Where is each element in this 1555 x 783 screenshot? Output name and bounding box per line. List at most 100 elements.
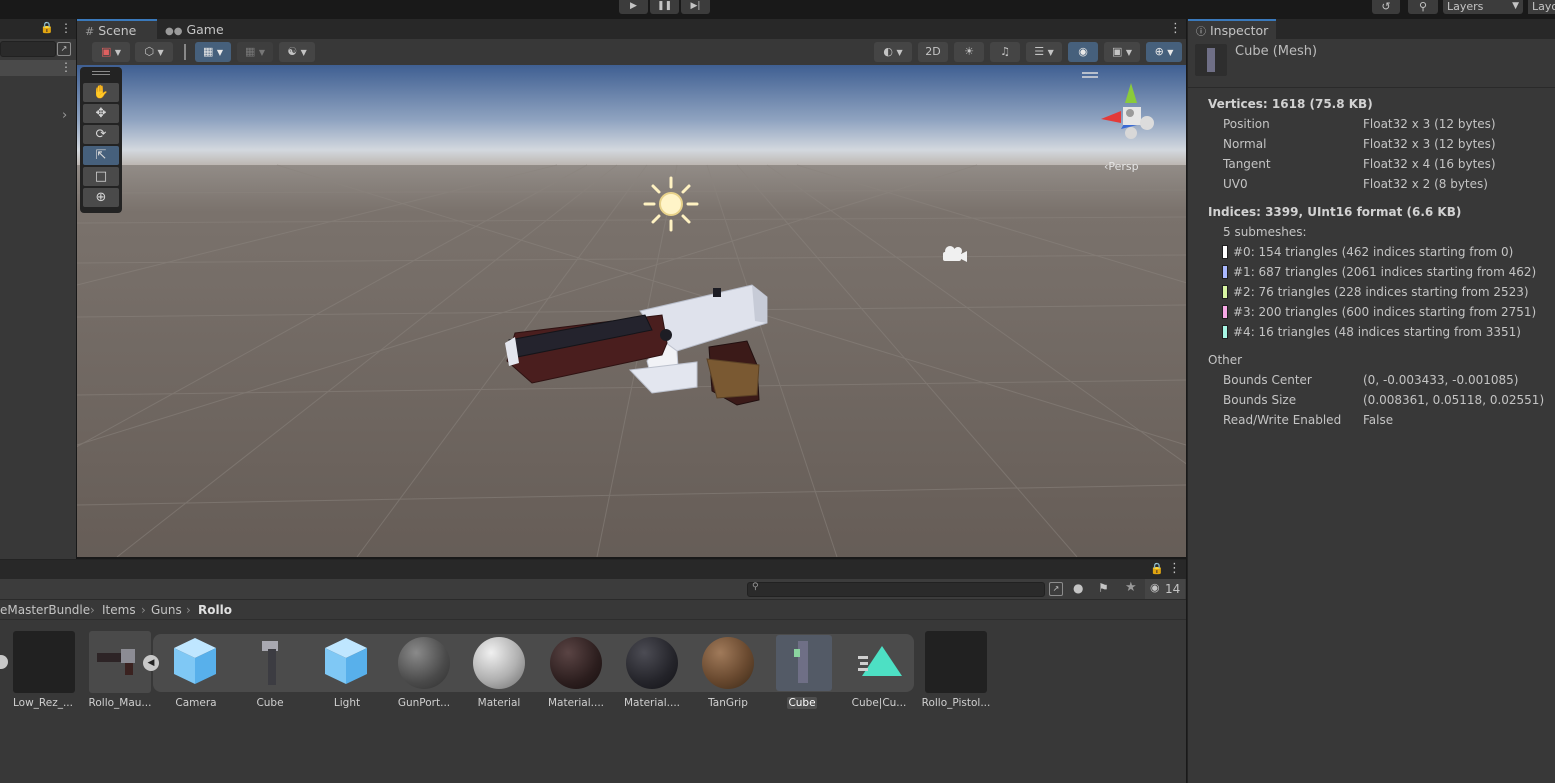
collapse-arrow-icon[interactable] <box>0 655 8 669</box>
lighting-toggle[interactable]: ☀ <box>954 42 984 62</box>
mesh-preview-icon <box>1195 44 1227 76</box>
mesh-thumbnail[interactable] <box>776 635 832 691</box>
scale-tool-icon[interactable]: ⇱ <box>83 146 119 165</box>
tab-inspector[interactable]: ⓘ Inspector <box>1188 19 1276 39</box>
asset-label[interactable]: Material <box>461 697 537 709</box>
breadcrumb-item[interactable]: eMasterBundle <box>0 603 90 617</box>
draw-mode-icon: ▣ <box>100 45 112 58</box>
asset-label[interactable]: Cube|Cu... <box>841 697 917 709</box>
asset-thumbnail[interactable] <box>13 631 75 693</box>
breadcrumb-item[interactable]: Guns <box>151 603 182 617</box>
increment-snap-toggle[interactable]: ▦ ▼ <box>237 42 273 62</box>
shading-dropdown[interactable]: ◐ ▼ <box>874 42 912 62</box>
kebab-menu-icon[interactable]: ⋮ <box>60 21 72 35</box>
rect-tool-icon[interactable]: □ <box>83 167 119 186</box>
material-sphere[interactable] <box>473 637 525 689</box>
play-icon: ▶ <box>630 1 637 11</box>
asset-label[interactable]: Cube <box>232 697 308 709</box>
hierarchy-tabbar: 🔒 ⋮ <box>0 19 76 39</box>
expand-left-icon[interactable]: ◀ <box>143 655 159 671</box>
filter-by-type-icon[interactable]: ● <box>1073 581 1083 595</box>
eye-slash-icon: ◉ <box>1078 45 1088 58</box>
asset-label[interactable]: Rollo_Pistol... <box>918 697 994 709</box>
history-button[interactable]: ↺ <box>1372 0 1400 14</box>
divider <box>1188 87 1555 88</box>
search-by-type-icon[interactable]: ↗ <box>57 42 71 56</box>
asset-label[interactable]: GunPort... <box>386 697 462 709</box>
layers-dropdown[interactable]: Layers ▼ <box>1443 0 1523 14</box>
asset-label[interactable]: Material.... <box>538 697 614 709</box>
inspector-tabbar: ⓘ Inspector <box>1188 19 1555 39</box>
pistol-mesh-thumbnail[interactable] <box>258 637 282 687</box>
scene-visibility-toggle[interactable]: ◉ <box>1068 42 1098 62</box>
submesh-item: #3: 200 triangles (600 indices starting … <box>1233 305 1537 319</box>
draw-mode-dropdown[interactable]: ▣ ▼ <box>92 42 130 62</box>
asset-label[interactable]: Camera <box>158 697 234 709</box>
material-sphere[interactable] <box>626 637 678 689</box>
material-sphere[interactable] <box>702 637 754 689</box>
tab-game[interactable]: ●● Game <box>157 19 227 39</box>
asset-label[interactable]: TanGrip <box>690 697 766 709</box>
scene-viewport[interactable]: ‹Persp <box>77 65 1186 557</box>
lock-icon[interactable]: 🔒 <box>40 21 54 34</box>
scene-header-row[interactable]: ⋮ <box>0 60 76 76</box>
breadcrumb-current[interactable]: Rollo <box>198 603 232 617</box>
step-button[interactable]: ▶| <box>681 0 710 14</box>
other-value: (0, -0.003433, -0.001085) <box>1363 373 1519 387</box>
asset-label[interactable]: Low_Rez_... <box>5 697 81 709</box>
material-sphere[interactable] <box>550 637 602 689</box>
search-by-type-icon[interactable]: ↗ <box>1049 582 1063 596</box>
ruler-snap-toggle[interactable]: ☯ ▼ <box>279 42 315 62</box>
lightbulb-icon: ☀ <box>964 45 974 58</box>
search-button[interactable]: ⚲ <box>1408 0 1438 14</box>
asset-label[interactable]: Material.... <box>614 697 690 709</box>
transform-tool-icon[interactable]: ⊕ <box>83 188 119 207</box>
effects-dropdown[interactable]: ☰ ▼ <box>1026 42 1062 62</box>
hand-tool-icon[interactable]: ✋ <box>83 83 119 102</box>
toolstrip-grip-icon[interactable] <box>92 71 110 75</box>
tab-scene[interactable]: # Scene <box>77 19 157 39</box>
lock-icon[interactable]: 🔒 <box>1150 562 1164 575</box>
asset-label[interactable]: Rollo_Mau... <box>82 697 158 709</box>
asset-label-selected[interactable]: Cube <box>787 697 817 709</box>
breadcrumb-item[interactable]: Items <box>102 603 136 617</box>
2d-toggle[interactable]: 2D <box>918 42 948 62</box>
layout-dropdown[interactable]: Layo <box>1528 0 1555 14</box>
play-button[interactable]: ▶ <box>619 0 648 14</box>
grid-snap-toggle[interactable]: ▦ ▼ <box>195 42 231 62</box>
hidden-packages-toggle[interactable]: ◉ 14 <box>1145 579 1185 599</box>
label-tag-icon[interactable]: ⚑ <box>1098 581 1109 595</box>
scene-canvas[interactable] <box>77 65 1186 557</box>
layers-label: Layers <box>1447 0 1484 13</box>
animation-clip-icon[interactable] <box>856 644 904 678</box>
hierarchy-search-input[interactable] <box>0 41 56 57</box>
gizmos-dropdown[interactable]: ⊕ ▼ <box>1146 42 1182 62</box>
asset-label[interactable]: Light <box>309 697 385 709</box>
render-mode-dropdown[interactable]: ⬡ ▼ <box>135 42 173 62</box>
inspector-panel: ⓘ Inspector Cube (Mesh) Vertices: 1618 (… <box>1187 19 1555 783</box>
directional-light-icon[interactable] <box>643 176 699 232</box>
material-sphere[interactable] <box>398 637 450 689</box>
rotate-tool-icon[interactable]: ⟳ <box>83 125 119 144</box>
camera-dropdown[interactable]: ▣ ▼ <box>1104 42 1140 62</box>
prefab-cube-icon[interactable] <box>323 636 369 686</box>
move-tool-icon[interactable]: ✥ <box>83 104 119 123</box>
project-search-input[interactable]: ⚲ <box>747 582 1045 597</box>
kebab-menu-icon[interactable]: ⋮ <box>60 60 72 74</box>
toolbar-grip-icon[interactable] <box>184 44 186 60</box>
dropdown-arrow-icon: ▼ <box>1512 1 1519 11</box>
main-toolbar: ▶ ❚❚ ▶| ↺ ⚲ Layers ▼ Layo <box>0 0 1555 19</box>
pause-button[interactable]: ❚❚ <box>650 0 679 14</box>
prefab-cube-icon[interactable] <box>172 636 218 686</box>
kebab-menu-icon[interactable]: ⋮ <box>1169 21 1182 36</box>
kebab-menu-icon[interactable]: ⋮ <box>1168 561 1181 576</box>
project-tabbar: 🔒 ⋮ <box>0 560 1186 579</box>
chevron-right-icon[interactable]: › <box>62 108 67 123</box>
audio-toggle[interactable]: ♫ <box>990 42 1020 62</box>
pistol-thumbnail[interactable] <box>89 631 151 693</box>
star-icon[interactable]: ★ <box>1125 580 1137 595</box>
attr-format: Float32 x 3 (12 bytes) <box>1363 117 1496 131</box>
submesh-color-swatch <box>1222 245 1228 259</box>
persp-label[interactable]: ‹Persp <box>1104 160 1139 173</box>
asset-thumbnail[interactable] <box>925 631 987 693</box>
